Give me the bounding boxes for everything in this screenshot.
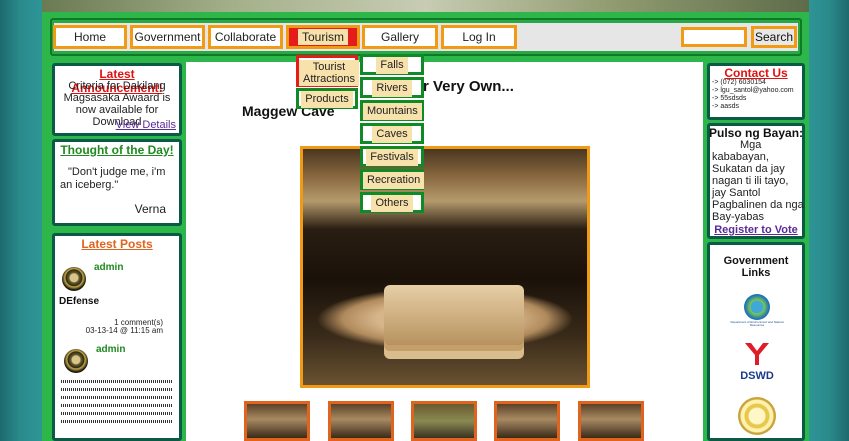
- nav-tourism[interactable]: Tourism: [286, 25, 360, 49]
- dropdown-others[interactable]: Others: [360, 192, 424, 213]
- dropdown-recreation[interactable]: Recreation: [360, 169, 425, 190]
- avatar: [64, 349, 88, 373]
- post-date: 03-13-14 @ 11:15 am: [85, 326, 163, 335]
- posts-title[interactable]: Latest Posts: [56, 237, 178, 251]
- nav-home[interactable]: Home: [53, 25, 127, 49]
- dropdown-tourist-attractions-label: Tourist Attractions: [299, 60, 359, 86]
- post-excerpt-line: [61, 388, 172, 391]
- post-title[interactable]: DEfense: [59, 296, 99, 307]
- contact-email[interactable]: -> lgu_santol@yahoo.com: [712, 87, 804, 95]
- dropdown-others-label: Others: [371, 195, 413, 212]
- search-input[interactable]: [681, 27, 747, 47]
- gallery-thumbnail[interactable]: [411, 401, 477, 441]
- search-button[interactable]: Search: [751, 26, 797, 48]
- dswd-logo-text: DSWD: [740, 370, 774, 382]
- post-author[interactable]: admin: [94, 262, 123, 273]
- dropdown-products-label: Products: [301, 91, 353, 108]
- cave-photo[interactable]: [300, 146, 590, 388]
- post-excerpt-line: [61, 412, 172, 415]
- dswd-logo-icon[interactable]: [743, 343, 771, 365]
- post-excerpt-line: [61, 380, 172, 383]
- nav-tourism-label: Tourism: [297, 29, 348, 45]
- dropdown-falls[interactable]: Falls: [360, 54, 424, 75]
- page-heading: r Very Own...: [423, 78, 514, 95]
- denr-logo-caption: Department of Environment and Natural Re…: [730, 320, 784, 327]
- pulso-title: Pulso ng Bayan:: [709, 126, 804, 140]
- nav-gallery[interactable]: Gallery: [362, 25, 438, 49]
- post-excerpt-line: [61, 420, 172, 423]
- thought-quote: "Don't judge me, i'm an iceberg.": [60, 166, 166, 191]
- header-banner-strip: [42, 0, 809, 12]
- government-seal-icon[interactable]: [738, 397, 776, 435]
- nav-collaborate[interactable]: Collaborate: [208, 25, 283, 49]
- dropdown-products[interactable]: Products: [296, 88, 358, 109]
- dropdown-festivals-label: Festivals: [366, 149, 418, 166]
- dropdown-mountains[interactable]: Mountains: [360, 100, 424, 121]
- gallery-thumbnail[interactable]: [494, 401, 560, 441]
- dropdown-rivers-label: Rivers: [372, 80, 412, 97]
- post-excerpt-line: [61, 404, 172, 407]
- nav-government[interactable]: Government: [130, 25, 205, 49]
- denr-logo-icon[interactable]: [744, 294, 770, 320]
- dropdown-recreation-label: Recreation: [363, 172, 425, 189]
- dropdown-caves-label: Caves: [372, 126, 412, 143]
- contact-line: -> 55sdsds: [712, 95, 747, 102]
- dropdown-caves[interactable]: Caves: [360, 123, 424, 144]
- thought-author: Verna: [134, 202, 166, 216]
- cave-photo-artifact: [384, 285, 524, 345]
- dswd-logo-graphic: [745, 343, 769, 365]
- dropdown-festivals[interactable]: Festivals: [360, 146, 424, 167]
- register-to-vote-link[interactable]: Register to Vote: [709, 224, 803, 236]
- dropdown-tourist-attractions[interactable]: Tourist Attractions: [296, 55, 359, 87]
- contact-line: -> aasds: [712, 103, 740, 110]
- avatar: [62, 267, 86, 291]
- gov-links-title: Government Links: [723, 255, 789, 279]
- post-excerpt-line: [61, 396, 172, 399]
- pulso-body: Mga kababayan, Sukatan da jay nagan ti i…: [712, 139, 804, 223]
- view-details-link[interactable]: View Details: [56, 119, 176, 131]
- dropdown-mountains-label: Mountains: [363, 103, 422, 120]
- dropdown-rivers[interactable]: Rivers: [360, 77, 424, 98]
- post-author[interactable]: admin: [96, 344, 125, 355]
- dropdown-falls-label: Falls: [376, 57, 408, 74]
- thought-title[interactable]: Thought of the Day!: [56, 143, 178, 157]
- nav-login[interactable]: Log In: [441, 25, 517, 49]
- gallery-thumbnail[interactable]: [244, 401, 310, 441]
- gallery-thumbnail[interactable]: [578, 401, 644, 441]
- gallery-thumbnail[interactable]: [328, 401, 394, 441]
- contact-phone: -> (072) 6030154: [712, 79, 766, 86]
- contact-title[interactable]: Contact Us: [709, 66, 803, 80]
